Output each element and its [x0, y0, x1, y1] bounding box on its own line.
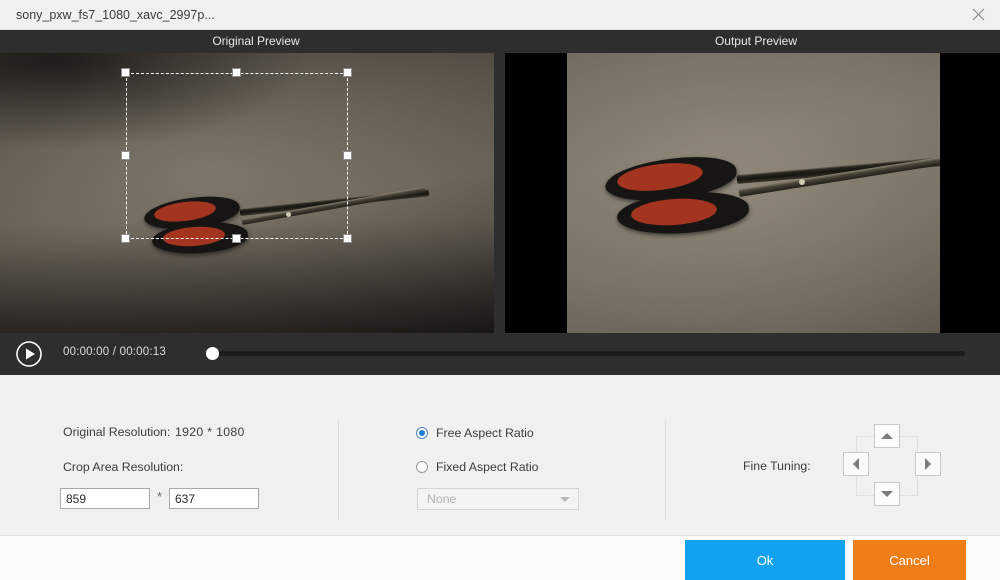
seek-bar-track[interactable] — [213, 351, 965, 356]
seek-bar-handle[interactable] — [206, 347, 219, 360]
close-button[interactable] — [956, 0, 1000, 29]
crop-handle-top-right[interactable] — [343, 68, 352, 77]
panel-divider-1 — [338, 420, 339, 520]
window-title: sony_pxw_fs7_1080_xavc_2997p... — [16, 0, 215, 30]
original-preview-pane[interactable] — [0, 53, 494, 333]
time-display: 00:00:00 / 00:00:13 — [63, 346, 166, 358]
crop-handle-bottom-center[interactable] — [232, 234, 241, 243]
aspect-ratio-dropdown-value: None — [427, 489, 456, 509]
fine-tuning-right-button[interactable] — [915, 452, 941, 476]
output-preview-pane — [505, 53, 1000, 333]
close-x-icon — [972, 8, 985, 21]
crop-handle-bottom-right[interactable] — [343, 234, 352, 243]
crop-height-input[interactable] — [169, 488, 259, 509]
fine-tuning-up-button[interactable] — [874, 424, 900, 448]
footer-bar — [0, 535, 1000, 580]
cancel-button[interactable]: Cancel — [853, 540, 966, 580]
aspect-ratio-dropdown[interactable]: None — [417, 488, 579, 510]
current-time: 00:00:00 — [63, 346, 109, 358]
arrow-left-icon — [853, 458, 859, 470]
title-bar: sony_pxw_fs7_1080_xavc_2997p... — [0, 0, 1000, 30]
free-aspect-ratio-radio[interactable] — [416, 427, 428, 439]
time-separator: / — [113, 346, 116, 358]
crop-handle-middle-right[interactable] — [343, 151, 352, 160]
crop-handle-middle-left[interactable] — [121, 151, 130, 160]
fine-tuning-control — [828, 420, 946, 512]
arrow-down-icon — [881, 491, 893, 497]
arrow-right-icon — [925, 458, 931, 470]
preview-area — [0, 53, 1000, 333]
crop-handle-bottom-left[interactable] — [121, 234, 130, 243]
crop-handle-top-left[interactable] — [121, 68, 130, 77]
crop-area-resolution-label: Crop Area Resolution: — [63, 460, 183, 474]
crop-handle-top-center[interactable] — [232, 68, 241, 77]
panel-divider-2 — [665, 420, 666, 520]
original-resolution-value: 1920 * 1080 — [175, 425, 245, 439]
crop-selection-rectangle[interactable] — [126, 73, 348, 239]
fine-tuning-down-button[interactable] — [874, 482, 900, 506]
free-aspect-ratio-option[interactable]: Free Aspect Ratio — [416, 426, 534, 440]
dimension-separator: * — [157, 489, 162, 504]
scissors-object-output — [587, 153, 967, 243]
crop-width-input[interactable] — [60, 488, 150, 509]
fine-tuning-left-button[interactable] — [843, 452, 869, 476]
play-circle-icon — [15, 340, 43, 368]
ok-button[interactable]: Ok — [685, 540, 845, 580]
letterbox-bar-left — [505, 53, 567, 333]
play-button[interactable] — [15, 340, 43, 368]
total-time: 00:00:13 — [120, 346, 166, 358]
free-aspect-ratio-label: Free Aspect Ratio — [436, 426, 534, 440]
fixed-aspect-ratio-option[interactable]: Fixed Aspect Ratio — [416, 460, 539, 474]
letterbox-bar-right — [940, 53, 1000, 333]
fixed-aspect-ratio-radio[interactable] — [416, 461, 428, 473]
preview-header-bar: Original Preview Output Preview — [0, 30, 1000, 53]
output-preview-label: Output Preview — [512, 30, 1000, 53]
fixed-aspect-ratio-label: Fixed Aspect Ratio — [436, 460, 539, 474]
chevron-down-icon — [560, 497, 570, 502]
original-resolution-label: Original Resolution: — [63, 425, 170, 439]
arrow-up-icon — [881, 433, 893, 439]
crop-dialog: sony_pxw_fs7_1080_xavc_2997p... Original… — [0, 0, 1000, 580]
original-preview-label: Original Preview — [0, 30, 512, 53]
output-video-frame — [567, 53, 940, 333]
fine-tuning-label: Fine Tuning: — [743, 459, 811, 473]
